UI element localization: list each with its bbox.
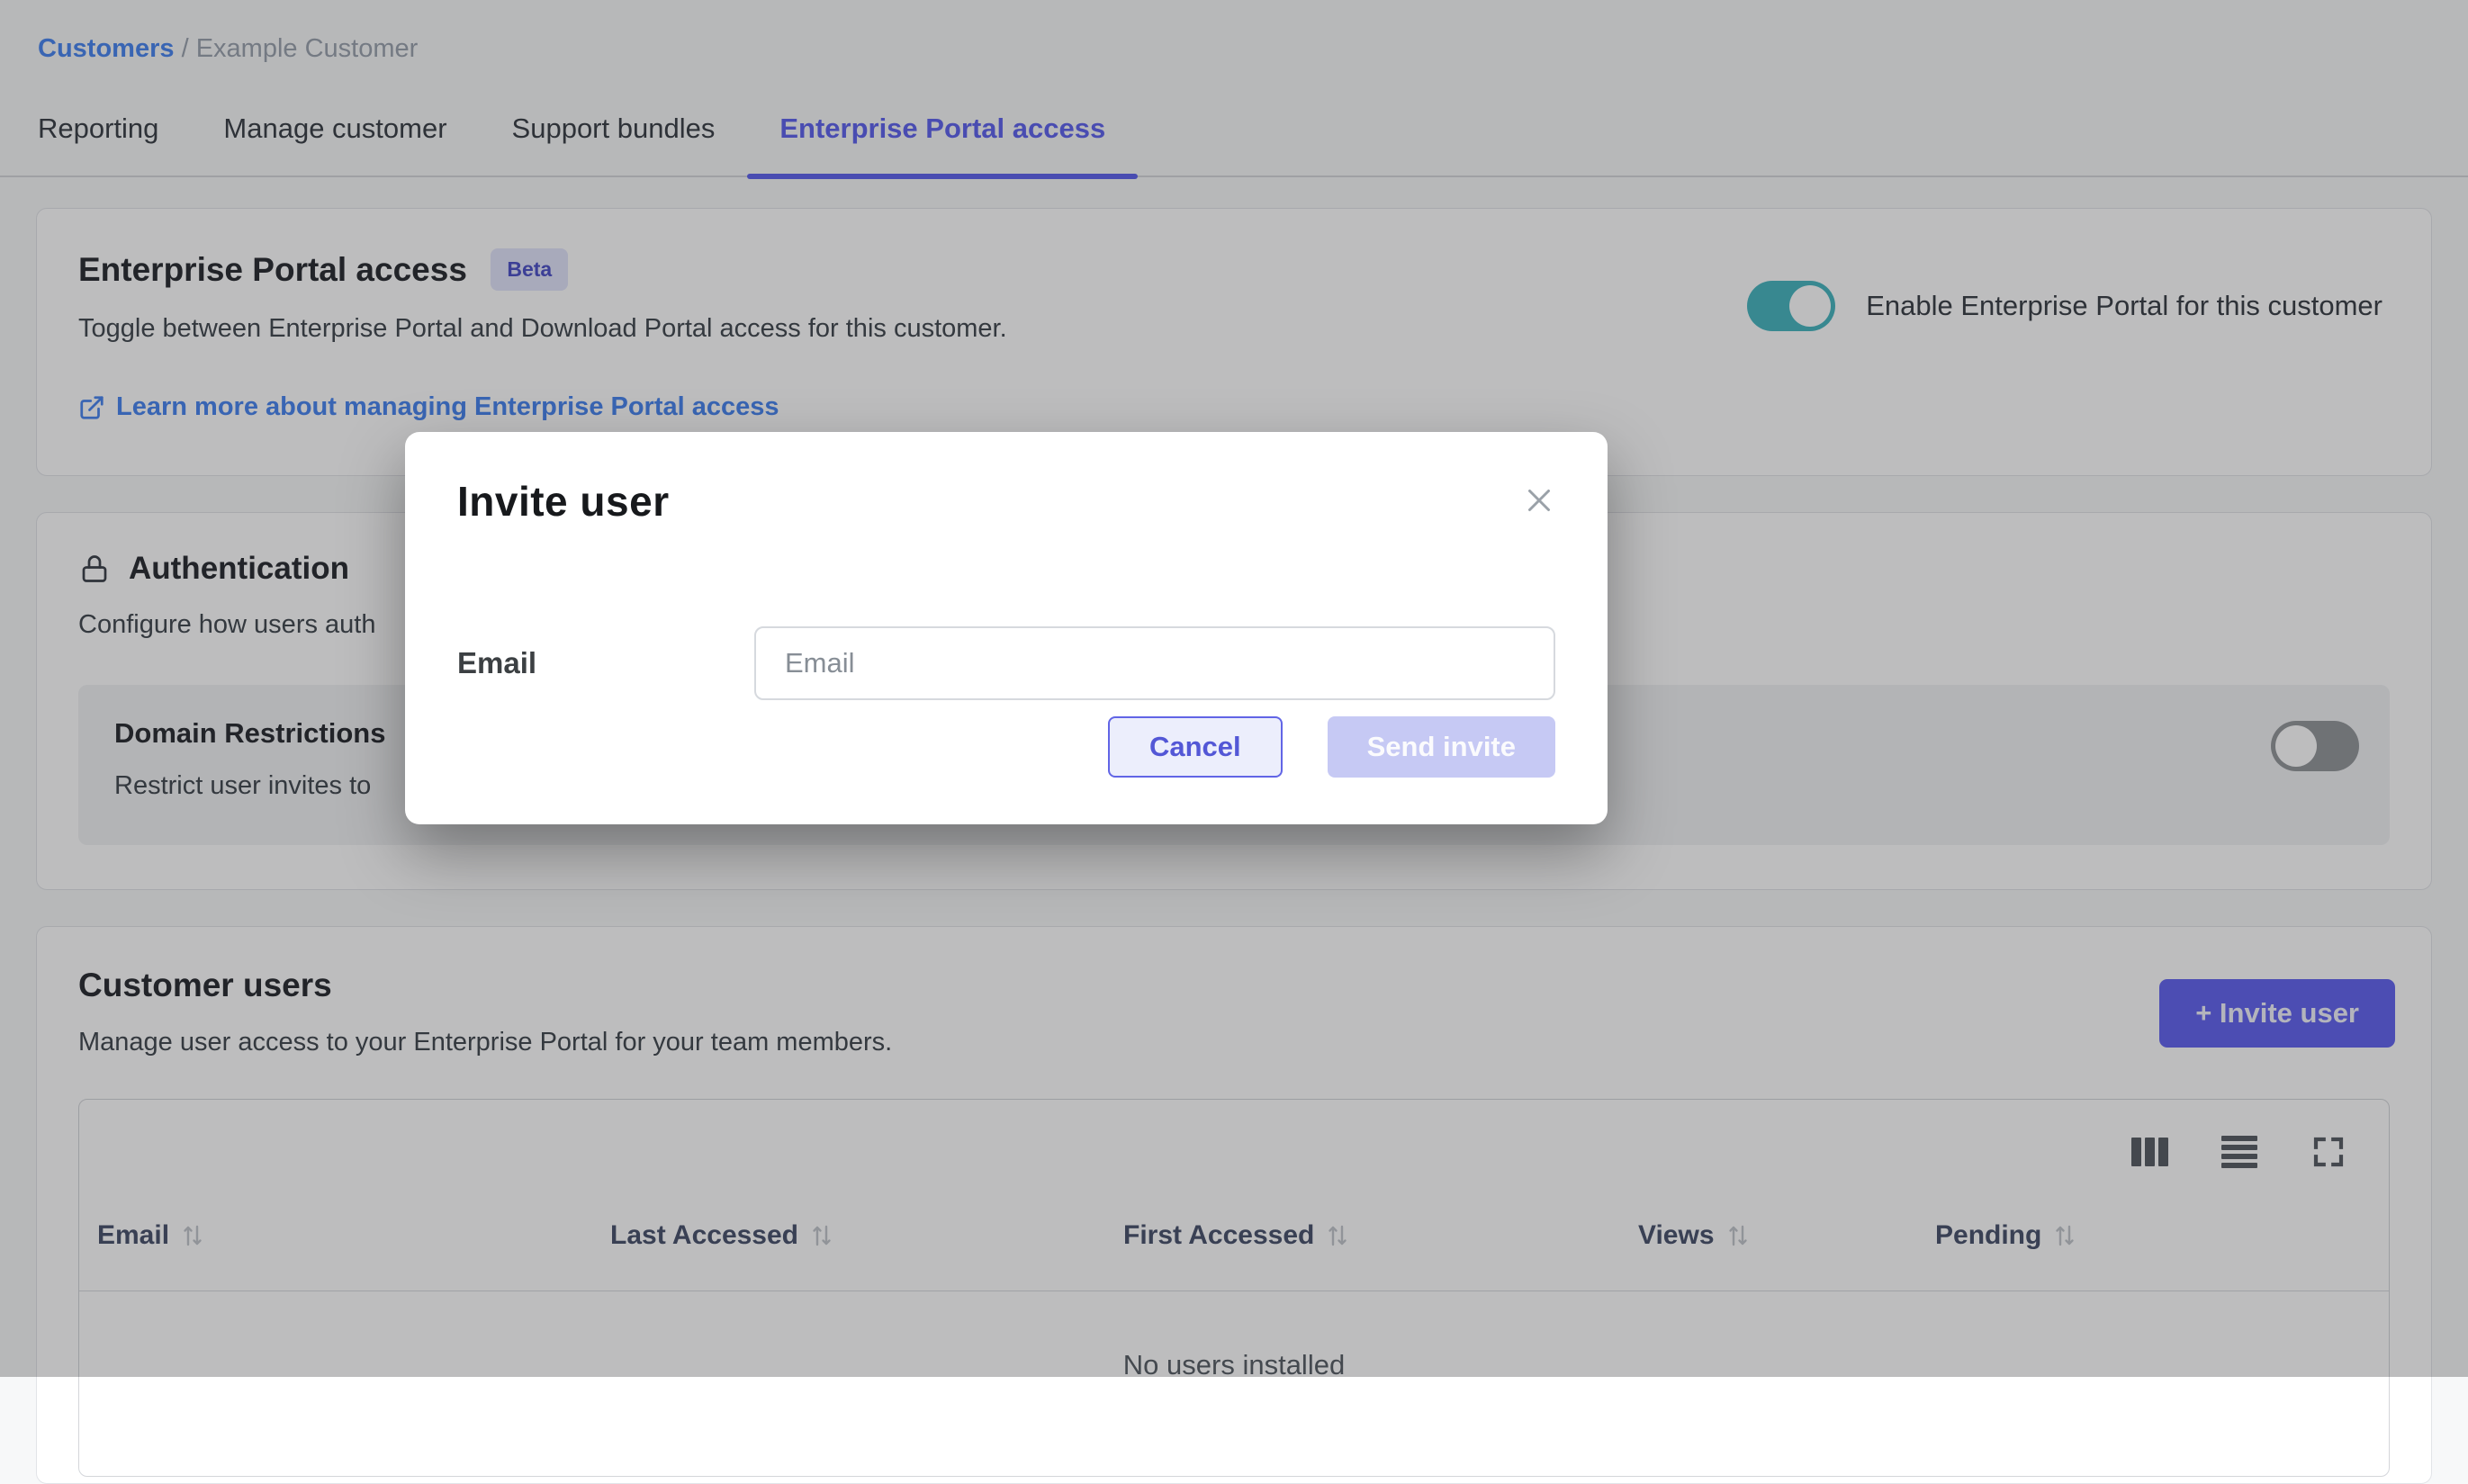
email-field-label: Email bbox=[457, 646, 754, 680]
email-input[interactable] bbox=[754, 626, 1555, 700]
email-field-row: Email bbox=[457, 626, 1555, 700]
modal-title: Invite user bbox=[457, 477, 1555, 526]
send-invite-button[interactable]: Send invite bbox=[1328, 716, 1555, 778]
cancel-button[interactable]: Cancel bbox=[1108, 716, 1283, 778]
close-icon[interactable] bbox=[1518, 479, 1561, 522]
modal-actions: Cancel Send invite bbox=[1108, 716, 1555, 778]
invite-user-modal: Invite user Email Cancel Send invite bbox=[405, 432, 1608, 824]
